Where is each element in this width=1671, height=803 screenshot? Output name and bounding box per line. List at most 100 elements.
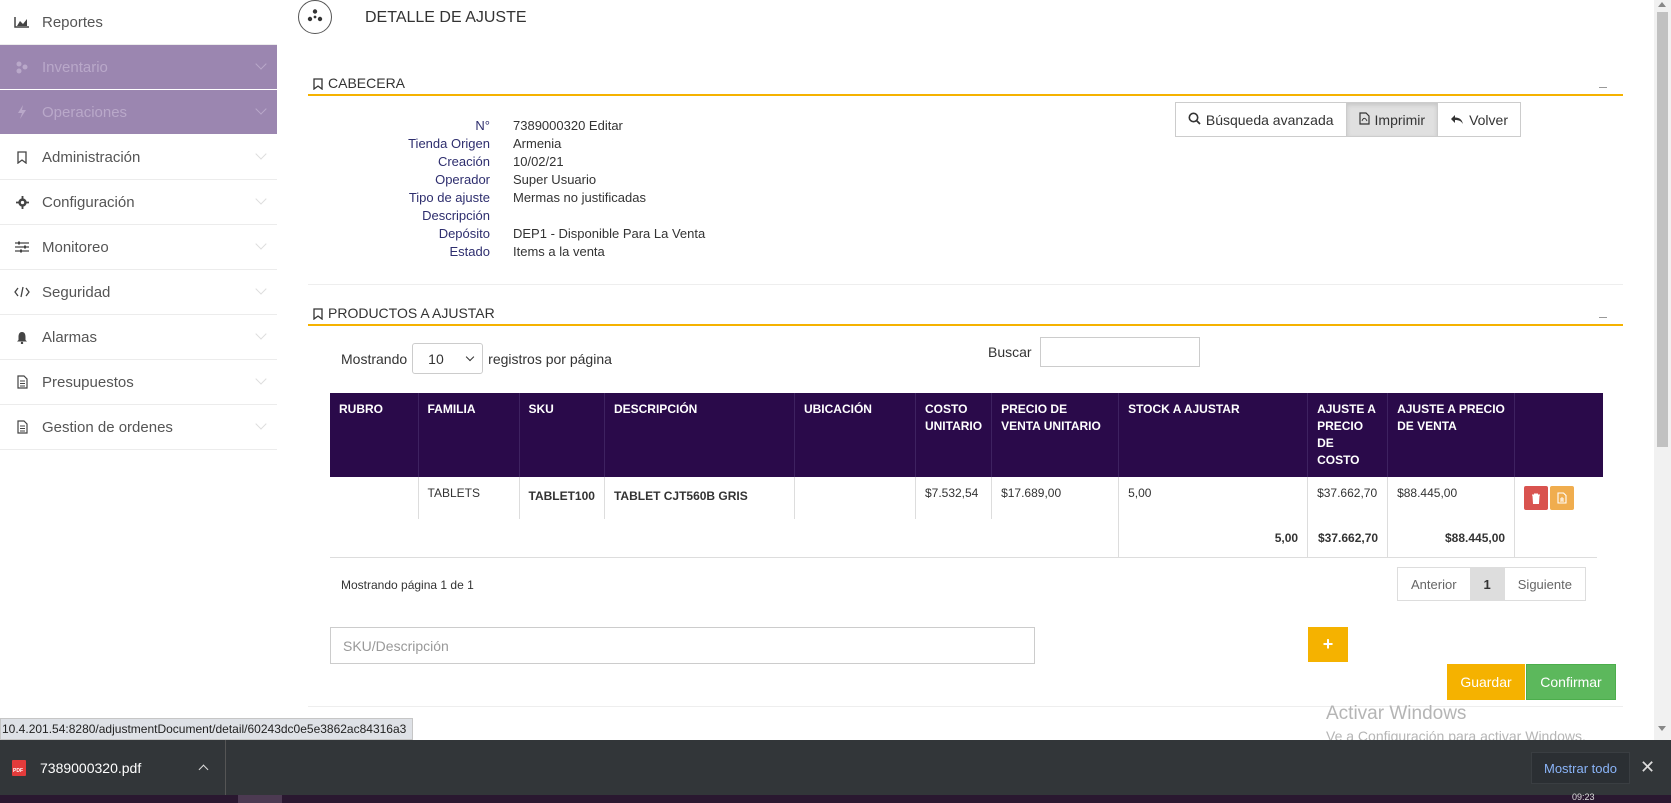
search-input[interactable]: [1039, 337, 1200, 367]
sidebar-item-label: Seguridad: [42, 283, 111, 301]
back-button[interactable]: Volver: [1438, 102, 1521, 137]
save-button[interactable]: Guardar: [1447, 664, 1525, 700]
info-row-deposito: Depósito DEP1 - Disponible Para La Venta: [438, 225, 706, 241]
table-search: Buscar: [988, 337, 1200, 367]
logo-icon: [298, 0, 332, 34]
column-header[interactable]: COSTO UNITARIO: [914, 393, 992, 477]
main-content: DETALLE DE AJUSTE CABECERA Búsqueda avan…: [277, 0, 1651, 740]
column-header[interactable]: SKU: [518, 393, 605, 477]
add-product-button[interactable]: +: [1308, 627, 1348, 662]
chevron-down-icon: [255, 193, 267, 205]
info-row-tienda: Tienda Origen Armenia: [408, 135, 562, 151]
pagination-page[interactable]: 1: [1470, 567, 1505, 601]
bell-icon: [12, 331, 32, 344]
sidebar-item-operaciones[interactable]: Operaciones: [0, 90, 277, 135]
column-header[interactable]: DESCRIPCIÓN: [603, 393, 795, 477]
cabecera-header: CABECERA: [308, 75, 1623, 96]
sidebar: Reportes Inventario Operaciones Administ…: [0, 0, 277, 740]
pagination-next[interactable]: Siguiente: [1504, 567, 1586, 601]
back-label: Volver: [1469, 111, 1508, 128]
sidebar-item-presupuestos[interactable]: Presupuestos: [0, 360, 277, 405]
pdf-file-icon: PDF: [12, 759, 26, 776]
download-shelf: PDF 7389000320.pdf Mostrar todo ✕: [0, 740, 1671, 795]
page-length-select[interactable]: 10: [412, 343, 484, 374]
sidebar-item-label: Alarmas: [42, 328, 98, 346]
collapse-icon[interactable]: [1599, 317, 1607, 318]
cell-precio: $17.689,00: [991, 477, 1119, 519]
page-title: DETALLE DE AJUSTE: [365, 9, 527, 26]
sidebar-item-monitoreo[interactable]: Monitoreo: [0, 225, 277, 270]
page-length-control: Mostrando 10 registros por página: [341, 343, 612, 374]
sidebar-item-label: Monitoreo: [42, 238, 109, 256]
pagination-prev[interactable]: Anterior: [1397, 567, 1471, 601]
file-pdf-icon: [1358, 111, 1370, 128]
file-edit-icon: [1557, 492, 1567, 504]
total-stock: 5,00: [1118, 519, 1308, 557]
watermark-line-1: Activar Windows: [1326, 703, 1467, 724]
column-header[interactable]: STOCK A AJUSTAR: [1118, 393, 1308, 477]
confirm-button[interactable]: Confirmar: [1526, 664, 1616, 700]
cell-rubro: [330, 477, 418, 519]
collapse-icon[interactable]: [1599, 87, 1607, 88]
sidebar-item-gestion-ordenes[interactable]: Gestion de ordenes: [0, 405, 277, 450]
column-header[interactable]: RUBRO: [330, 393, 418, 477]
info-row-descripcion: Descripción: [422, 207, 490, 223]
file-text-icon: [12, 420, 32, 434]
sidebar-item-configuracion[interactable]: Configuración: [0, 180, 277, 225]
scroll-down-icon[interactable]: [1658, 726, 1666, 731]
products-table: RUBRO FAMILIA SKU DESCRIPCIÓN UBICACIÓN …: [330, 393, 1603, 557]
taskbar-clock: 09:23: [1572, 792, 1595, 802]
chevron-down-icon: [255, 238, 267, 250]
total-ajuste-venta: $88.445,00: [1387, 519, 1515, 557]
column-header[interactable]: AJUSTE A PRECIO DE COSTO: [1307, 393, 1388, 477]
cell-sku: TABLET100: [518, 477, 605, 519]
page-length-value: 10: [428, 350, 444, 367]
reply-icon: [1450, 112, 1464, 128]
chevron-up-icon[interactable]: [198, 764, 209, 775]
cell-costo: $7.532,54: [914, 477, 992, 519]
chevron-down-icon: [255, 103, 267, 115]
pagination: Anterior 1 Siguiente: [1397, 567, 1586, 601]
advanced-search-button[interactable]: Búsqueda avanzada: [1174, 102, 1347, 137]
delete-button[interactable]: [1524, 486, 1549, 510]
sidebar-item-administracion[interactable]: Administración: [0, 135, 277, 180]
info-row-operador: Operador Super Usuario: [435, 171, 597, 187]
sidebar-item-alarmas[interactable]: Alarmas: [0, 315, 277, 360]
totals-row: 5,00 $37.662,70 $88.445,00: [330, 519, 1603, 557]
bolt-icon: [12, 105, 32, 119]
sidebar-item-label: Presupuestos: [42, 373, 134, 391]
trash-icon: [1532, 493, 1541, 504]
show-all-button[interactable]: Mostrar todo: [1531, 752, 1630, 784]
page-scrollbar[interactable]: [1654, 0, 1671, 740]
column-header[interactable]: FAMILIA: [417, 393, 519, 477]
scroll-up-icon[interactable]: [1658, 2, 1666, 7]
column-header[interactable]: AJUSTE A PRECIO DE VENTA: [1387, 393, 1515, 477]
table-row: TABLETS TABLET100 TABLET CJT560B GRIS $7…: [330, 477, 1603, 519]
column-header: [1514, 393, 1603, 477]
edit-button[interactable]: [1550, 486, 1575, 510]
close-icon[interactable]: ✕: [1640, 757, 1655, 778]
sku-search-input[interactable]: SKU/Descripción: [330, 627, 1035, 664]
length-suffix: registros por página: [488, 350, 612, 367]
taskbar-button[interactable]: [238, 795, 282, 803]
sliders-icon: [12, 241, 32, 253]
info-row-tipo: Tipo de ajuste Mermas no justificadas: [408, 189, 646, 205]
numero-edit-link[interactable]: 7389000320 Editar: [513, 118, 623, 133]
column-header[interactable]: PRECIO DE VENTA UNITARIO: [991, 393, 1119, 477]
info-row-estado: Estado Items a la venta: [449, 243, 605, 259]
scrollbar-thumb[interactable]: [1657, 12, 1668, 447]
download-item[interactable]: PDF 7389000320.pdf: [0, 740, 226, 795]
file-text-icon: [12, 375, 32, 389]
sidebar-item-label: Reportes: [42, 13, 103, 31]
windows-activation-watermark: Activar Windows Ve a Configuración para …: [1326, 703, 1586, 744]
print-label: Imprimir: [1374, 111, 1426, 128]
cabecera-info: N° 7389000320 Editar Tienda Origen Armenia…: [377, 116, 705, 260]
code-icon: [12, 286, 32, 298]
sidebar-item-reportes[interactable]: Reportes: [0, 0, 277, 45]
column-header[interactable]: UBICACIÓN: [793, 393, 916, 477]
sidebar-item-seguridad[interactable]: Seguridad: [0, 270, 277, 315]
print-button[interactable]: Imprimir: [1346, 102, 1439, 137]
sidebar-item-label: Operaciones: [42, 103, 128, 121]
sidebar-item-inventario[interactable]: Inventario: [0, 45, 277, 90]
productos-header: PRODUCTOS A AJUSTAR: [308, 305, 1623, 326]
